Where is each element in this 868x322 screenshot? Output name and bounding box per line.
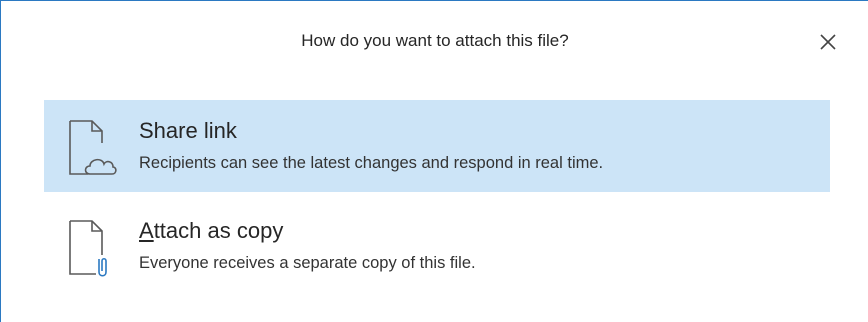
- label-rest: ttach as copy: [153, 218, 284, 243]
- attach-as-copy-description: Everyone receives a separate copy of thi…: [139, 254, 476, 272]
- cloud-document-icon: [69, 120, 117, 175]
- attach-as-copy-option[interactable]: Attach as copy Everyone receives a separ…: [44, 200, 830, 292]
- share-link-description: Recipients can see the latest changes an…: [139, 154, 604, 172]
- access-key: A: [139, 218, 154, 243]
- attach-file-dialog: How do you want to attach this file? Sha…: [0, 0, 868, 322]
- close-button[interactable]: [813, 27, 843, 57]
- share-link-option[interactable]: Share link Recipients can see the latest…: [44, 100, 830, 192]
- attach-as-copy-label: Attach as copy: [139, 218, 283, 244]
- dialog-title: How do you want to attach this file?: [301, 31, 569, 50]
- close-icon: [820, 34, 836, 50]
- share-link-label: Share link: [139, 118, 237, 143]
- paperclip-document-icon: [69, 220, 107, 277]
